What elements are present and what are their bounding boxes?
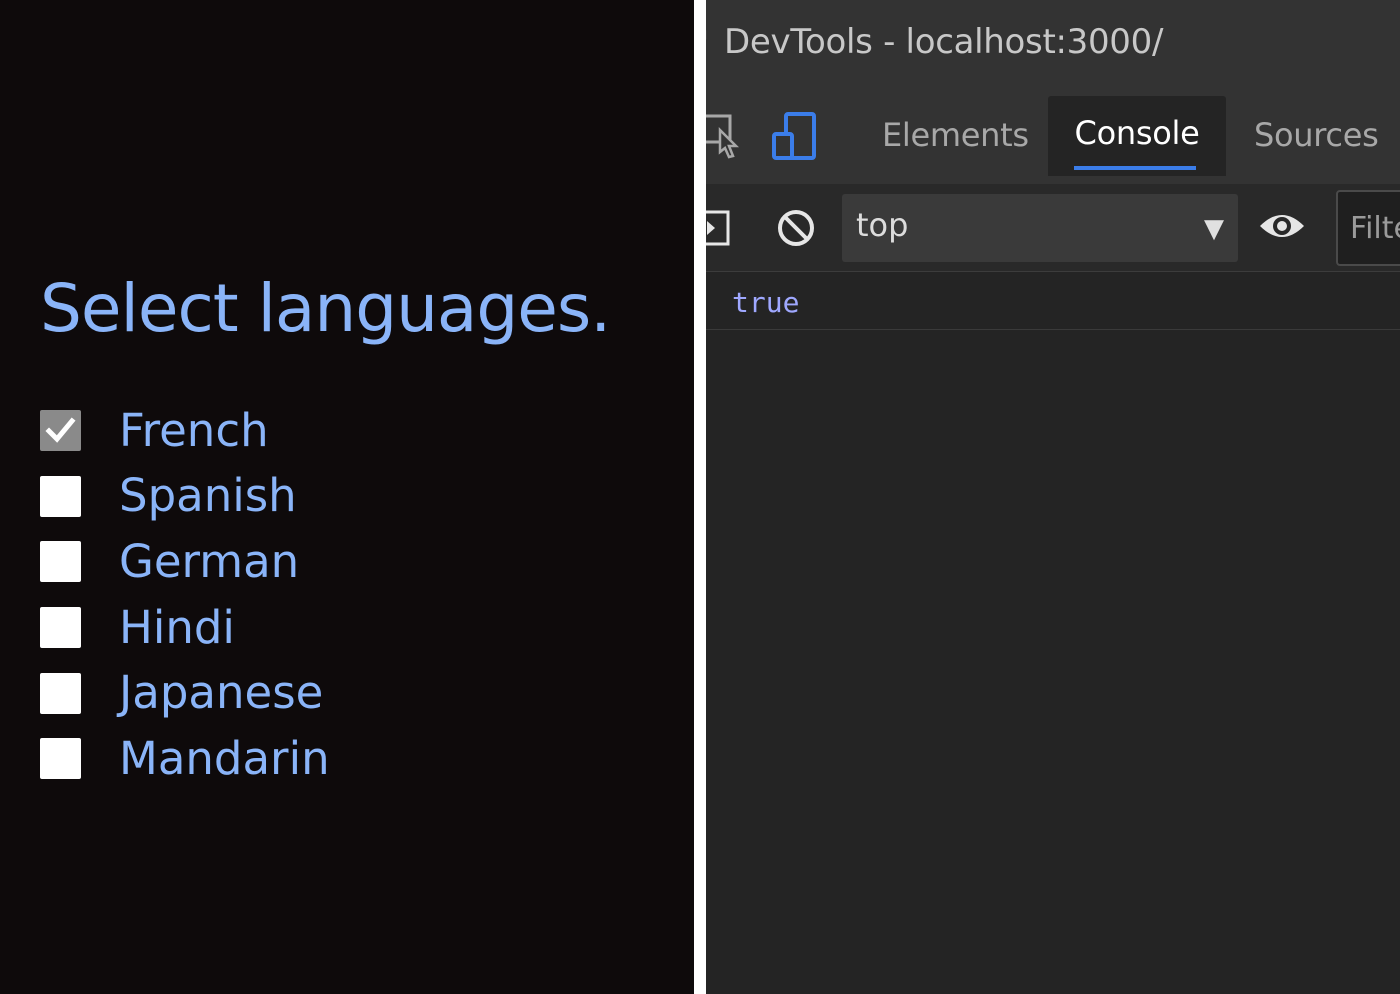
- eye-icon[interactable]: [1258, 206, 1306, 250]
- window-edge-glyph: ': [706, 24, 709, 64]
- tab-sources[interactable]: Sources: [1254, 92, 1379, 178]
- sidebar-toggle-icon[interactable]: [706, 208, 732, 252]
- inspect-element-icon[interactable]: [706, 110, 742, 164]
- devtools-window: ' DevTools - localhost:3000/ Elements Co…: [706, 0, 1400, 994]
- language-label-french: French: [119, 403, 269, 457]
- language-label-japanese: Japanese: [119, 666, 324, 720]
- checkbox-japanese[interactable]: [40, 672, 81, 714]
- console-toolbar: top ▼: [706, 184, 1400, 272]
- tab-console-label: Console: [1074, 114, 1200, 152]
- tab-elements[interactable]: Elements: [882, 92, 1029, 178]
- filter-input[interactable]: [1336, 190, 1400, 266]
- devtools-tabbar: Elements Console Sources: [706, 92, 1400, 184]
- page-heading: Select languages.: [40, 270, 611, 347]
- console-output: true: [706, 272, 1400, 994]
- checkbox-hindi[interactable]: [40, 607, 81, 649]
- device-toolbar-icon[interactable]: [772, 112, 818, 166]
- language-option-spanish[interactable]: Spanish: [40, 464, 660, 530]
- checkbox-mandarin[interactable]: [40, 738, 81, 780]
- chevron-down-icon: ▼: [1204, 214, 1224, 244]
- checkbox-german[interactable]: [40, 541, 81, 583]
- language-label-spanish: Spanish: [119, 469, 297, 523]
- language-option-french[interactable]: French: [40, 398, 660, 464]
- execution-context-select[interactable]: top ▼: [842, 194, 1238, 262]
- checkbox-spanish[interactable]: [40, 475, 81, 517]
- devtools-title: DevTools - localhost:3000/: [724, 22, 1164, 62]
- active-tab-underline: [1074, 166, 1196, 170]
- language-option-hindi[interactable]: Hindi: [40, 595, 660, 661]
- language-checkbox-list: French Spanish German Hindi Japanese Man…: [40, 398, 660, 792]
- checkbox-french[interactable]: [40, 410, 81, 452]
- clear-console-icon[interactable]: [776, 208, 816, 252]
- language-option-mandarin[interactable]: Mandarin: [40, 726, 660, 792]
- console-value-boolean: true: [732, 286, 800, 319]
- console-message: true: [706, 272, 1400, 330]
- execution-context-value: top: [856, 206, 909, 244]
- devtools-titlebar: ' DevTools - localhost:3000/: [706, 0, 1400, 92]
- web-page: Select languages. French Spanish German …: [0, 0, 694, 994]
- panel-divider: [694, 0, 706, 994]
- language-label-mandarin: Mandarin: [119, 731, 330, 785]
- language-label-german: German: [119, 534, 300, 588]
- language-label-hindi: Hindi: [119, 600, 235, 654]
- language-option-german[interactable]: German: [40, 529, 660, 595]
- tab-console[interactable]: Console: [1048, 96, 1226, 176]
- language-option-japanese[interactable]: Japanese: [40, 660, 660, 726]
- checkmark-icon: [45, 417, 76, 444]
